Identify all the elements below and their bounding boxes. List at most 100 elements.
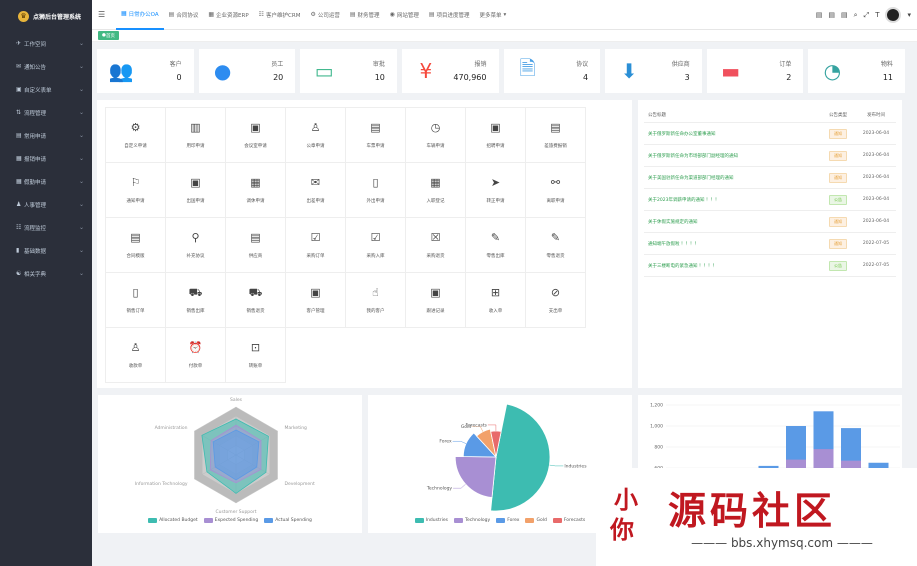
notice-title-link[interactable]: 关于2023年调薪申请的通知 ！！！ bbox=[644, 197, 820, 203]
tag-home[interactable]: ● 首页 bbox=[98, 31, 119, 40]
legend-item[interactable]: Forecasts bbox=[552, 518, 585, 523]
app-shortcut[interactable]: ➤ 转正申请 bbox=[466, 163, 526, 218]
table-row[interactable]: 关于美国驻新任命为渠道部部门经理的通知 通知 2023-06-04 bbox=[644, 167, 896, 189]
app-shortcut[interactable]: ⊞ 收入单 bbox=[466, 273, 526, 328]
table-row[interactable]: 关于三楼断电的紧急通知 ！！！！ 公告 2022-07-05 bbox=[644, 255, 896, 277]
tab-item[interactable]: ☷ 客户维护CRM bbox=[254, 0, 306, 30]
app-logo[interactable]: ♛ 点狮后台管理系统 bbox=[0, 0, 92, 32]
app-shortcut[interactable]: ▣ 招聘申请 bbox=[466, 108, 526, 163]
app-shortcut[interactable]: ▥ 用印申请 bbox=[166, 108, 226, 163]
stat-card[interactable]: ● 员工 20 bbox=[198, 49, 296, 93]
app-shortcut[interactable]: ♙ 公章申请 bbox=[286, 108, 346, 163]
app-shortcut[interactable]: ▤ 车票申请 bbox=[346, 108, 406, 163]
tab-item[interactable]: ▦ 日常办公OA bbox=[116, 0, 164, 30]
legend-item[interactable]: Allocated Budget bbox=[148, 518, 198, 523]
sidebar-item[interactable]: ☯ 相关字典 ⌄ bbox=[0, 262, 92, 285]
stat-card[interactable]: ⬇ 供应商 3 bbox=[605, 49, 702, 93]
app-shortcut[interactable]: ▣ 会议室申请 bbox=[226, 108, 286, 163]
app-shortcut[interactable]: ☑ 采购订单 bbox=[286, 218, 346, 273]
tab-item[interactable]: ▤ 合同协议 bbox=[164, 0, 204, 30]
stat-card[interactable]: 🗎 协议 4 bbox=[503, 49, 601, 93]
table-row[interactable]: 通知端午放假啦 ！！！！ 通知 2022-07-05 bbox=[644, 233, 896, 255]
stat-card[interactable]: 👥 客户 0 bbox=[97, 49, 194, 93]
app-shortcut[interactable]: ▣ 跟进记录 bbox=[406, 273, 466, 328]
tab-item[interactable]: ▤ 项目进度管理 bbox=[424, 0, 475, 30]
app-shortcut[interactable]: ▣ 客户管理 bbox=[286, 273, 346, 328]
app-shortcut[interactable]: ▤ 供应商 bbox=[226, 218, 286, 273]
app-shortcut[interactable]: ⚯ 离职申请 bbox=[526, 163, 586, 218]
app-shortcut[interactable]: ⚐ 通知申请 bbox=[106, 163, 166, 218]
app-shortcut[interactable]: ⏰ 付款单 bbox=[166, 328, 226, 383]
app-shortcut[interactable]: ☝ 我的客户 bbox=[346, 273, 406, 328]
pie-slice[interactable] bbox=[490, 403, 551, 512]
stat-card[interactable]: ¥ 报销 470,960 bbox=[401, 49, 499, 93]
sidebar-item[interactable]: ▤ 常用申请 ⌄ bbox=[0, 124, 92, 147]
table-row[interactable]: 关于俄罗斯新任命办公室董事通知 通知 2023-06-04 bbox=[644, 123, 896, 145]
tab-item[interactable]: ◉ 网站管理 bbox=[385, 0, 424, 30]
sidebar-item[interactable]: ✉ 通知公告 ⌄ bbox=[0, 55, 92, 78]
app-shortcut[interactable]: ◷ 车辆申请 bbox=[406, 108, 466, 163]
app-shortcut[interactable]: ⚲ 补充协议 bbox=[166, 218, 226, 273]
sidebar-item[interactable]: ⇅ 流程管理 ⌄ bbox=[0, 101, 92, 124]
app-shortcut[interactable]: ▦ 调休申请 bbox=[226, 163, 286, 218]
legend-item[interactable]: Forex bbox=[496, 518, 519, 523]
stat-card[interactable]: ◔ 物料 11 bbox=[808, 49, 905, 93]
app-shortcut[interactable]: ☑ 采购入库 bbox=[346, 218, 406, 273]
notice-title-link[interactable]: 关于休假实施规定的通知 bbox=[644, 219, 820, 225]
sidebar-item[interactable]: ♟ 人事管理 ⌄ bbox=[0, 193, 92, 216]
stat-label: 客户 bbox=[169, 61, 182, 68]
sidebar-item[interactable]: ☷ 流程监控 ⌄ bbox=[0, 216, 92, 239]
document-icon[interactable]: ▤ bbox=[816, 11, 823, 19]
avatar[interactable] bbox=[885, 7, 902, 23]
app-shortcut[interactable]: ♙ 收款单 bbox=[106, 328, 166, 383]
menu-toggle-icon[interactable]: ☰ bbox=[98, 10, 112, 19]
tab-item[interactable]: ▦ 企业资源ERP bbox=[203, 0, 253, 30]
app-shortcut[interactable]: ☒ 采购退货 bbox=[406, 218, 466, 273]
pie-slice[interactable] bbox=[454, 456, 497, 499]
legend-item[interactable]: Technology bbox=[453, 518, 490, 523]
chevron-down-icon[interactable]: ▾ bbox=[907, 11, 911, 19]
document-icon[interactable]: ▤ bbox=[828, 11, 835, 19]
notice-title-link[interactable]: 关于美国驻新任命为渠道部部门经理的通知 bbox=[644, 175, 820, 181]
table-row[interactable]: 关于休假实施规定的通知 通知 2023-06-04 bbox=[644, 211, 896, 233]
document-icon[interactable]: ▤ bbox=[841, 11, 848, 19]
app-shortcut[interactable]: ▦ 入职登记 bbox=[406, 163, 466, 218]
app-shortcut[interactable]: ✎ 零售出库 bbox=[466, 218, 526, 273]
sidebar-item[interactable]: ▮ 基础数据 ⌄ bbox=[0, 239, 92, 262]
app-shortcut[interactable]: ✉ 出差申请 bbox=[286, 163, 346, 218]
app-shortcut[interactable]: ▯ 外出申请 bbox=[346, 163, 406, 218]
app-shortcut[interactable]: ✎ 零售退货 bbox=[526, 218, 586, 273]
notice-title-link[interactable]: 通知端午放假啦 ！！！！ bbox=[644, 241, 820, 247]
fullscreen-icon[interactable]: ⤢ bbox=[864, 11, 870, 20]
legend-item[interactable]: Actual Spending bbox=[264, 518, 312, 523]
app-shortcut[interactable]: ▤ 差旅费报销 bbox=[526, 108, 586, 163]
notice-title-link[interactable]: 关于俄罗斯新任命为市场部部门副经理的通知 bbox=[644, 153, 820, 159]
sidebar-item[interactable]: ▣ 自定义表单 ⌄ bbox=[0, 78, 92, 101]
search-icon[interactable]: ⌕ bbox=[854, 11, 858, 20]
legend-item[interactable]: Expected Spending bbox=[203, 518, 258, 523]
app-shortcut[interactable]: ⊘ 支出单 bbox=[526, 273, 586, 328]
stat-card[interactable]: ▭ 审批 10 bbox=[300, 49, 397, 93]
app-shortcut[interactable]: ⊡ 转账单 bbox=[226, 328, 286, 383]
tab-item[interactable]: 更多菜单 ▾ bbox=[475, 0, 512, 30]
legend-item[interactable]: Gold bbox=[525, 518, 547, 523]
notice-title-link[interactable]: 关于俄罗斯新任命办公室董事通知 bbox=[644, 131, 820, 137]
status-badge: 通知 bbox=[829, 216, 847, 227]
table-row[interactable]: 关于2023年调薪申请的通知 ！！！ 公告 2023-06-04 bbox=[644, 189, 896, 211]
legend-item[interactable]: Industries bbox=[414, 518, 448, 523]
tab-item[interactable]: ⚙ 公司运营 bbox=[305, 0, 344, 30]
font-size-icon[interactable]: T bbox=[875, 11, 879, 19]
app-shortcut[interactable]: ⛟ 销售出库 bbox=[166, 273, 226, 328]
tab-item[interactable]: ▤ 财务管理 bbox=[345, 0, 385, 30]
stat-card[interactable]: ▬ 订单 2 bbox=[706, 49, 804, 93]
app-shortcut[interactable]: ▣ 出国申请 bbox=[166, 163, 226, 218]
app-shortcut[interactable]: ⚙ 自定义申请 bbox=[106, 108, 166, 163]
app-shortcut[interactable]: ▤ 合同模版 bbox=[106, 218, 166, 273]
notice-title-link[interactable]: 关于三楼断电的紧急通知 ！！！！ bbox=[644, 263, 820, 269]
app-shortcut[interactable]: ⛟ 销售退货 bbox=[226, 273, 286, 328]
sidebar-item[interactable]: ▦ 假勤申请 ⌄ bbox=[0, 170, 92, 193]
app-shortcut[interactable]: ▯ 销售订单 bbox=[106, 273, 166, 328]
table-row[interactable]: 关于俄罗斯新任命为市场部部门副经理的通知 通知 2023-06-04 bbox=[644, 145, 896, 167]
sidebar-item[interactable]: ✈ 工作空间 ⌄ bbox=[0, 32, 92, 55]
sidebar-item[interactable]: ▦ 报销申请 ⌄ bbox=[0, 147, 92, 170]
